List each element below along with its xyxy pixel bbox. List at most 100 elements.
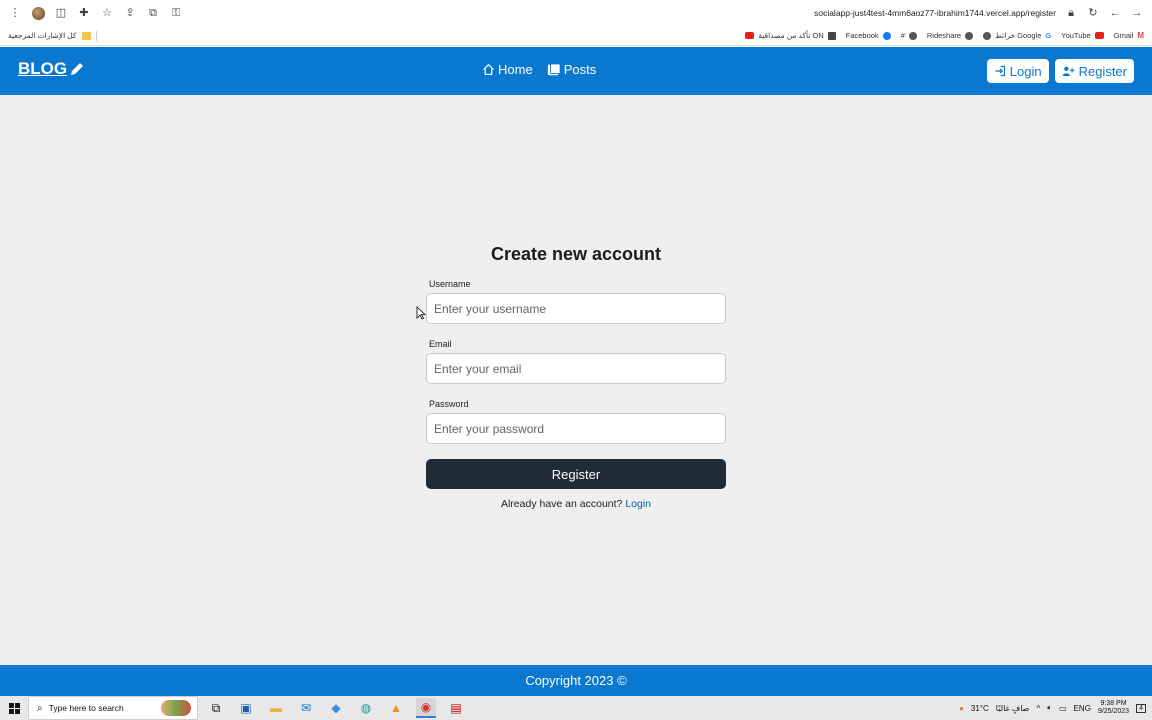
login-hint: Already have an account? Login — [426, 498, 726, 510]
pencil-icon — [71, 63, 84, 75]
store-app-icon[interactable]: ▣ — [236, 698, 256, 718]
browser-toolbar: ⋮ ◫ ✚ ☆ ⇪ ⧉ ⚿ socialapp-just4test-4mm6ao… — [0, 0, 1152, 26]
login-hint-text: Already have an account? — [500, 498, 623, 510]
login-button[interactable]: Login — [986, 59, 1049, 83]
clock[interactable]: 9:38 PM 9/25/2023 — [1098, 700, 1129, 717]
windows-taskbar: ⌕ Type here to search ⧉ ▣ ▬ ✉ ◆ ◍ ▲ ◉ ▤ … — [0, 696, 1152, 720]
vlc-player-icon[interactable]: ▲ — [386, 698, 406, 718]
register-form: Create new account Username Email Passwo… — [426, 244, 726, 510]
username-label: Username — [429, 279, 471, 289]
brand-logo[interactable]: BLOG — [18, 59, 85, 79]
clock-date: 9/25/2023 — [1097, 708, 1130, 715]
bookmark-label: # — [900, 31, 905, 40]
all-bookmarks[interactable]: كل الإشارات المرجعية — [8, 30, 97, 41]
nav-posts-label: Posts — [563, 62, 597, 77]
gmail-icon: M — [1137, 31, 1144, 40]
mail-app-icon[interactable]: ✉ — [296, 698, 316, 718]
nav-posts[interactable]: Posts — [547, 62, 597, 77]
username-input[interactable] — [426, 293, 726, 324]
side-panel-icon[interactable]: ◫ — [54, 6, 68, 20]
bookmark-star-icon[interactable]: ☆ — [100, 6, 114, 20]
windows-icon — [8, 702, 20, 714]
network-icon[interactable]: ▭ — [1059, 704, 1067, 713]
bookmark-verify[interactable]: تأكد من مصداقية ON — [745, 31, 836, 40]
task-view-icon[interactable]: ⧉ — [206, 698, 226, 718]
bookmark-google-maps[interactable]: خرائط Google G — [983, 31, 1051, 40]
email-input[interactable] — [426, 353, 726, 384]
globe-icon — [983, 31, 992, 40]
bookmarks-separator — [95, 30, 97, 41]
login-link[interactable]: Login — [625, 498, 651, 510]
address-bar-url[interactable]: socialapp-just4test-4mm6aoz77-ibrahim174… — [814, 8, 1056, 18]
start-button[interactable] — [0, 702, 28, 714]
bookmark-label: تأكد من مصداقية ON — [758, 31, 824, 40]
chrome-browser-icon[interactable]: ◉ — [416, 698, 436, 718]
all-bookmarks-label: كل الإشارات المرجعية — [8, 31, 77, 40]
profile-avatar-icon[interactable] — [31, 6, 45, 20]
form-title: Create new account — [490, 244, 662, 264]
weather-temp[interactable]: 31°C — [971, 704, 989, 713]
bookmark-label: Gmail — [1113, 31, 1134, 40]
search-icon: ⌕ — [37, 702, 43, 714]
share-icon[interactable]: ⇪ — [123, 6, 137, 20]
brand-text: BLOG — [18, 59, 68, 78]
lock-icon[interactable]: 🔒︎ — [1064, 6, 1078, 20]
bookmark-label: خرائط Google — [995, 31, 1042, 40]
bookmark-label: Facebook — [845, 31, 879, 40]
taskbar-search[interactable]: ⌕ Type here to search — [28, 696, 198, 720]
password-input[interactable] — [426, 413, 726, 444]
extensions-icon[interactable]: ✚ — [77, 6, 91, 20]
taskbar-search-placeholder: Type here to search — [48, 703, 124, 713]
bookmark-youtube[interactable]: YouTube — [1061, 31, 1104, 40]
reload-icon[interactable]: ↻ — [1086, 6, 1100, 20]
email-label: Email — [429, 339, 452, 349]
app-icon[interactable]: ◆ — [326, 698, 346, 718]
nav-home[interactable]: Home — [482, 62, 533, 77]
password-label: Password — [429, 399, 469, 409]
bookmark-gmail[interactable]: Gmail M — [1114, 31, 1144, 40]
install-app-icon[interactable]: ⧉ — [146, 6, 160, 20]
volume-icon[interactable]: 🔈︎ — [1047, 703, 1052, 713]
bookmark-label: Rideshare — [926, 31, 962, 40]
google-icon: G — [1045, 31, 1052, 40]
posts-icon — [547, 62, 561, 75]
tray-chevron-up-icon[interactable]: ^ — [1036, 704, 1040, 713]
password-key-icon[interactable]: ⚿ — [169, 6, 183, 20]
login-icon — [995, 65, 1005, 77]
language-indicator[interactable]: ENG — [1074, 704, 1091, 713]
acrobat-icon[interactable]: ▤ — [446, 698, 466, 718]
youtube-icon — [1094, 32, 1104, 39]
notification-icon[interactable]: 4 — [1136, 703, 1146, 713]
bookmark-label: YouTube — [1061, 31, 1091, 40]
globe-icon — [908, 31, 917, 40]
folder-icon — [81, 31, 91, 40]
globe-icon — [965, 31, 974, 40]
clock-time: 9:38 PM — [1100, 699, 1127, 707]
system-tray: ● 31°C صافٍ غالبًا ^ 🔈︎ ▭ ENG 9:38 PM 9/… — [959, 700, 1152, 717]
login-label: Login — [1009, 63, 1042, 79]
register-nav-label: Register — [1078, 63, 1127, 79]
user-plus-icon — [1062, 66, 1074, 77]
bookmark-facebook[interactable]: Facebook — [846, 31, 891, 40]
facebook-icon — [882, 31, 891, 40]
edge-browser-icon[interactable]: ◍ — [356, 698, 376, 718]
weather-icon: ● — [959, 703, 964, 713]
copyright-text: Copyright 2023 © — [525, 673, 627, 688]
weather-desc[interactable]: صافٍ غالبًا — [996, 704, 1030, 713]
register-nav-button[interactable]: Register — [1054, 59, 1134, 83]
mouse-cursor-icon — [416, 306, 426, 320]
back-arrow-icon[interactable]: ← — [1108, 6, 1122, 20]
youtube-icon — [745, 32, 755, 39]
home-icon — [483, 63, 494, 75]
file-explorer-icon[interactable]: ▬ — [266, 698, 286, 718]
bookmark-rideshare[interactable]: Rideshare — [926, 31, 974, 40]
menu-dots-icon[interactable]: ⋮ — [8, 6, 22, 20]
app-navbar: BLOG Home Posts Login Register — [0, 47, 1152, 95]
site-icon — [827, 31, 836, 40]
bookmarks-bar: كل الإشارات المرجعية تأكد من مصداقية ON … — [0, 26, 1152, 46]
nav-home-label: Home — [498, 62, 533, 77]
register-submit-button[interactable]: Register — [426, 459, 726, 489]
forward-arrow-icon[interactable]: → — [1130, 6, 1144, 20]
bookmark-hash[interactable]: # — [901, 31, 917, 40]
search-highlight-image — [161, 700, 191, 716]
